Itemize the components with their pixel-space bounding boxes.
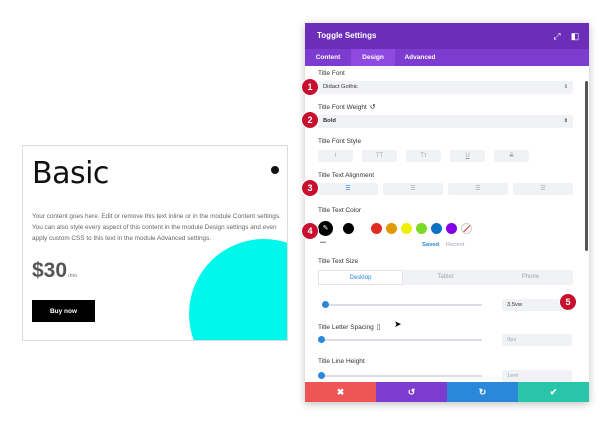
save-button[interactable]: ✔ [518, 382, 589, 402]
italic-button[interactable]: I [318, 150, 353, 162]
color-swatch-orange[interactable] [386, 223, 397, 234]
price-amount: $30 [32, 259, 68, 282]
color-swatch-blue[interactable] [431, 223, 442, 234]
tab-phone[interactable]: Phone [488, 270, 573, 285]
card-title[interactable]: Basic [32, 156, 109, 191]
pricing-card-preview: Basic Your content goes here. Edit or re… [22, 145, 288, 341]
align-justify-icon[interactable]: ☰ [513, 183, 573, 195]
strikethrough-button[interactable]: S [494, 150, 529, 162]
decorative-circle-shape [189, 239, 287, 340]
panel-header: Toggle Settings ⤢ ◧ [305, 23, 589, 49]
tab-tablet[interactable]: Tablet [403, 270, 488, 285]
tab-desktop[interactable]: Desktop [318, 270, 403, 285]
letter-spacing-slider-track[interactable] [322, 339, 482, 341]
card-body-text: Your content goes here. Edit or remove t… [32, 213, 281, 242]
device-tabs: Desktop Tablet Phone [318, 270, 573, 285]
toggle-dot-icon[interactable] [271, 166, 279, 174]
text-size-slider-thumb[interactable] [322, 301, 329, 308]
color-swatch-black[interactable] [343, 223, 354, 234]
color-swatch-red[interactable] [371, 223, 382, 234]
title-text-alignment-label: Title Text Alignment [318, 172, 374, 179]
panel-scrollbar[interactable] [585, 81, 588, 251]
expand-icon[interactable]: ⤢ [551, 30, 563, 42]
reset-icon[interactable]: ↺ [370, 104, 376, 111]
toggle-settings-panel: Toggle Settings ⤢ ◧ Content Design Advan… [305, 23, 589, 402]
align-right-icon[interactable]: ☰ [448, 183, 508, 195]
saved-colors-tab[interactable]: Saved [422, 242, 439, 248]
title-font-select[interactable]: Didact Gothic ⇕ [318, 81, 573, 94]
title-font-weight-value: Bold [323, 118, 336, 124]
step-marker-3: 3 [302, 180, 318, 196]
align-left-icon[interactable]: ☰ [318, 183, 378, 195]
color-swatch-yellow[interactable] [401, 223, 412, 234]
letter-spacing-input[interactable]: 0px [502, 334, 572, 346]
discard-button[interactable]: ✖ [305, 382, 376, 402]
sidebar-toggle-icon[interactable]: ◧ [569, 30, 581, 42]
title-text-color-label: Title Text Color [318, 207, 361, 214]
recent-colors-tab[interactable]: Recent [446, 242, 464, 248]
no-color-swatch-icon[interactable] [461, 223, 472, 234]
undo-button[interactable]: ↺ [376, 382, 447, 402]
select-arrows-icon: ⇕ [563, 118, 568, 124]
buy-now-button[interactable]: Buy now [32, 300, 95, 322]
card-price: $30/mo [32, 259, 77, 283]
title-letter-spacing-label: Title Letter Spacing ▯ [318, 323, 381, 331]
tab-content[interactable]: Content [305, 49, 351, 66]
title-font-label: Title Font [318, 70, 345, 77]
step-marker-4: 4 [302, 223, 318, 239]
screenshot-stage: Basic Your content goes here. Edit or re… [0, 0, 610, 425]
text-size-slider-track[interactable] [322, 304, 482, 306]
title-text-size-label: Title Text Size [318, 258, 359, 265]
title-line-height-label: Title Line Height [318, 358, 365, 365]
panel-title: Toggle Settings [317, 31, 377, 40]
panel-footer: ✖ ↺ ↻ ✔ [305, 382, 589, 402]
panel-content[interactable]: Title Font Didact Gothic ⇕ Title Font Wei… [305, 66, 589, 382]
uppercase-button[interactable]: TT [362, 150, 397, 162]
title-font-style-label: Title Font Style [318, 138, 362, 145]
device-icon[interactable]: ▯ [377, 324, 381, 331]
tab-advanced[interactable]: Advanced [395, 49, 445, 66]
select-arrows-icon: ⇕ [563, 84, 568, 90]
redo-button[interactable]: ↻ [447, 382, 518, 402]
title-font-value: Didact Gothic [323, 84, 358, 90]
tab-design[interactable]: Design [351, 49, 395, 66]
step-marker-2: 2 [302, 112, 318, 128]
color-swatch-green[interactable] [416, 223, 427, 234]
underline-button[interactable]: U [450, 150, 485, 162]
title-font-weight-text: Title Font Weight [318, 104, 367, 111]
letter-spacing-text: Title Letter Spacing [318, 324, 374, 331]
price-unit: /mo [68, 273, 78, 279]
align-center-icon[interactable]: ☰ [383, 183, 443, 195]
color-swatch-purple[interactable] [446, 223, 457, 234]
step-marker-5: 5 [560, 294, 576, 310]
title-font-weight-select[interactable]: Bold ⇕ [318, 115, 573, 128]
line-height-input[interactable]: 1em [502, 370, 572, 382]
letter-spacing-slider-thumb[interactable] [318, 336, 325, 343]
line-height-slider-track[interactable] [322, 375, 482, 377]
panel-tabs: Content Design Advanced [305, 49, 589, 66]
line-height-slider-thumb[interactable] [318, 372, 325, 379]
title-font-weight-label: Title Font Weight ↺ [318, 103, 376, 111]
step-marker-1: 1 [302, 79, 318, 95]
capitalize-button[interactable]: Tт [406, 150, 441, 162]
more-colors-icon[interactable]: ••• [320, 240, 326, 246]
eyedropper-icon[interactable]: ✎ [318, 221, 333, 236]
mouse-cursor-icon: ➤ [394, 319, 402, 329]
